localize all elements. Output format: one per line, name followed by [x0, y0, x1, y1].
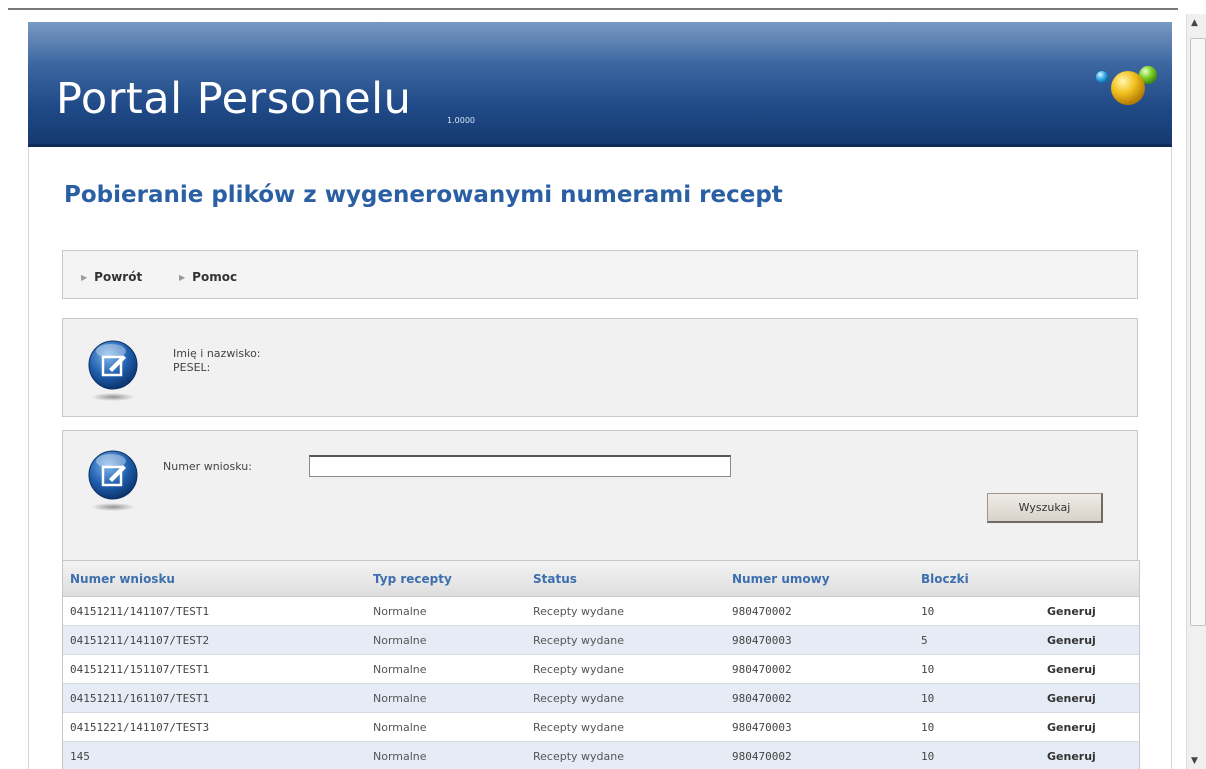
col-header-blocks[interactable]: Bloczki: [921, 572, 969, 586]
cell-contract: 980470002: [732, 750, 792, 763]
header-shine: [28, 22, 1172, 64]
request-number-label: Numer wniosku:: [163, 460, 252, 473]
table-row: 145 Normalne Recepty wydane 980470002 10…: [63, 742, 1139, 769]
nav-bar: ▶ Powrót ▶ Pomoc: [62, 250, 1138, 299]
scroll-thumb[interactable]: [1190, 38, 1206, 626]
cell-status: Recepty wydane: [533, 750, 625, 763]
col-header-contract-number[interactable]: Numer umowy: [732, 572, 830, 586]
cell-request-number: 04151211/151107/TEST1: [70, 663, 210, 676]
cell-contract: 980470002: [732, 605, 792, 618]
col-header-request-number[interactable]: Numer wniosku: [70, 572, 175, 586]
cell-type: Normalne: [373, 721, 427, 734]
header-banner: Portal Personelu 1.0000: [28, 22, 1172, 147]
cell-status: Recepty wydane: [533, 634, 625, 647]
generate-link[interactable]: Generuj: [1047, 663, 1096, 676]
results-table: Numer wniosku Typ recepty Status Numer u…: [62, 560, 1140, 769]
nav-back-label: Powrót: [94, 270, 143, 284]
nav-help-link[interactable]: ▶ Pomoc: [179, 270, 237, 284]
name-label: Imię i nazwisko:: [173, 347, 261, 360]
table-row: 04151211/161107/TEST1 Normalne Recepty w…: [63, 684, 1139, 713]
arrow-right-icon: ▶: [179, 272, 186, 282]
generate-link[interactable]: Generuj: [1047, 634, 1096, 647]
cell-contract: 980470003: [732, 721, 792, 734]
cell-status: Recepty wydane: [533, 721, 625, 734]
cell-blocks: 5: [921, 634, 928, 647]
pesel-label: PESEL:: [173, 361, 211, 374]
cell-contract: 980470002: [732, 692, 792, 705]
nav-help-label: Pomoc: [192, 270, 238, 284]
col-header-prescription-type[interactable]: Typ recepty: [373, 572, 452, 586]
col-header-status[interactable]: Status: [533, 572, 577, 586]
cell-status: Recepty wydane: [533, 692, 625, 705]
cell-blocks: 10: [921, 692, 935, 705]
vertical-scrollbar[interactable]: ▲ ▼: [1186, 14, 1206, 769]
cell-blocks: 10: [921, 663, 935, 676]
frame-line: [8, 8, 1178, 10]
nav-back-link[interactable]: ▶ Powrót: [81, 270, 142, 284]
cell-blocks: 10: [921, 721, 935, 734]
cell-type: Normalne: [373, 692, 427, 705]
cell-status: Recepty wydane: [533, 605, 625, 618]
app-version: 1.0000: [447, 116, 475, 125]
table-header: Numer wniosku Typ recepty Status Numer u…: [63, 560, 1139, 597]
generate-link[interactable]: Generuj: [1047, 750, 1096, 763]
edit-document-icon: [88, 340, 138, 401]
search-panel: Numer wniosku: Wyszukaj: [62, 430, 1138, 561]
page-title: Pobieranie plików z wygenerowanymi numer…: [64, 182, 783, 208]
scroll-down-icon[interactable]: ▼: [1191, 756, 1198, 766]
cell-request-number: 145: [70, 750, 90, 763]
table-row: 04151211/151107/TEST1 Normalne Recepty w…: [63, 655, 1139, 684]
logo-bubbles-icon: [1096, 66, 1157, 105]
cell-contract: 980470003: [732, 634, 792, 647]
request-number-input[interactable]: [309, 455, 731, 477]
cell-blocks: 10: [921, 750, 935, 763]
generate-link[interactable]: Generuj: [1047, 721, 1096, 734]
table-row: 04151221/141107/TEST3 Normalne Recepty w…: [63, 713, 1139, 742]
top-frame: [0, 0, 1206, 8]
cell-blocks: 10: [921, 605, 935, 618]
cell-type: Normalne: [373, 663, 427, 676]
user-info-panel: Imię i nazwisko: PESEL:: [62, 318, 1138, 417]
cell-request-number: 04151211/141107/TEST1: [70, 605, 210, 618]
search-button[interactable]: Wyszukaj: [987, 493, 1103, 523]
cell-request-number: 04151221/141107/TEST3: [70, 721, 210, 734]
cell-type: Normalne: [373, 605, 427, 618]
arrow-right-icon: ▶: [81, 272, 88, 282]
cell-request-number: 04151211/161107/TEST1: [70, 692, 210, 705]
cell-contract: 980470002: [732, 663, 792, 676]
cell-type: Normalne: [373, 634, 427, 647]
generate-link[interactable]: Generuj: [1047, 605, 1096, 618]
cell-type: Normalne: [373, 750, 427, 763]
cell-status: Recepty wydane: [533, 663, 625, 676]
app-title: Portal Personelu: [56, 74, 412, 124]
edit-document-icon: [88, 450, 138, 511]
generate-link[interactable]: Generuj: [1047, 692, 1096, 705]
scroll-up-icon[interactable]: ▲: [1191, 18, 1198, 28]
table-row: 04151211/141107/TEST2 Normalne Recepty w…: [63, 626, 1139, 655]
cell-request-number: 04151211/141107/TEST2: [70, 634, 210, 647]
table-row: 04151211/141107/TEST1 Normalne Recepty w…: [63, 597, 1139, 626]
